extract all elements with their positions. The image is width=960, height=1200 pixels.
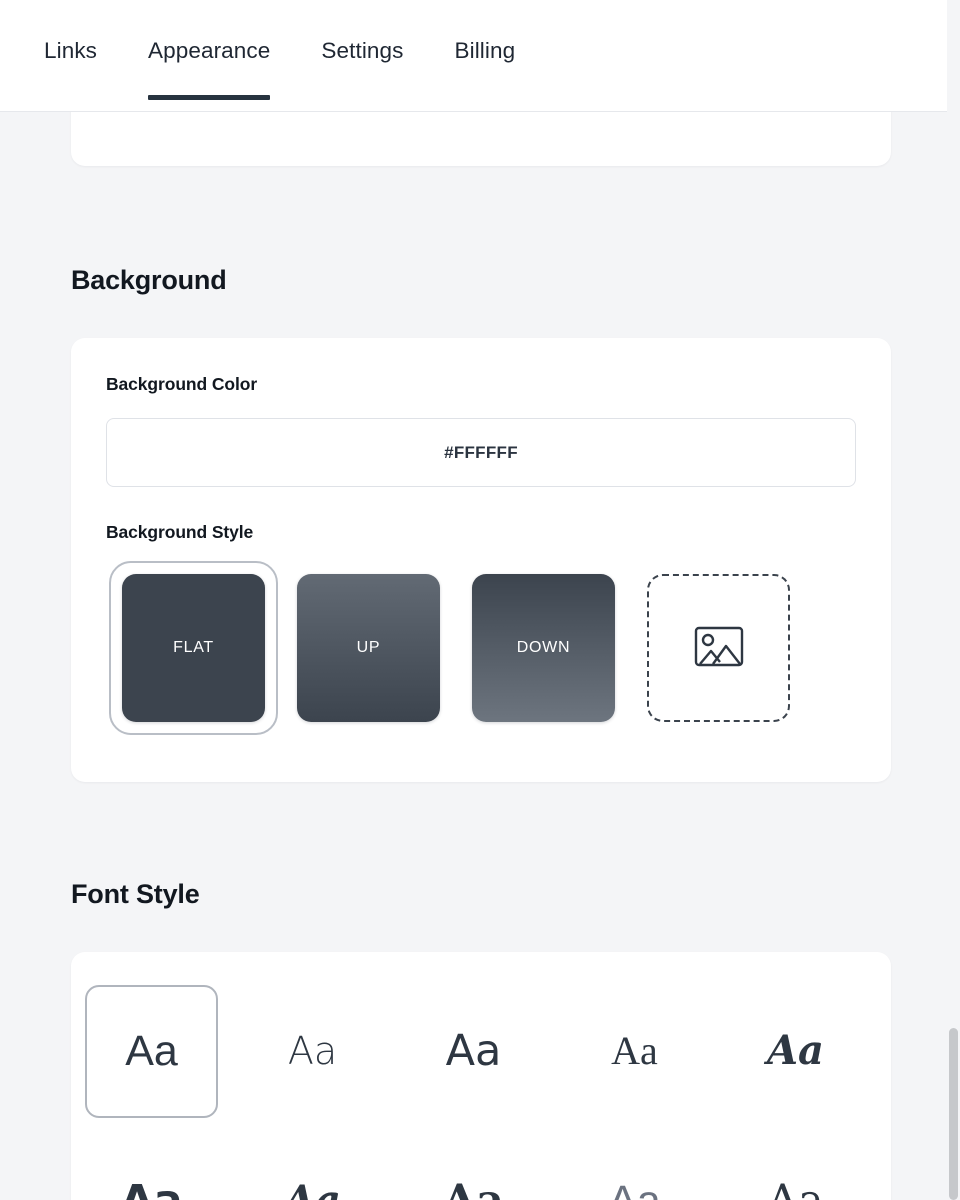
tab-settings-label: Settings <box>321 38 404 63</box>
down-tile-swatch: DOWN <box>472 574 615 722</box>
previous-section-card-partial <box>71 112 891 166</box>
font-option-4-box: Aa <box>568 985 701 1118</box>
background-color-value: #FFFFFF <box>444 442 518 462</box>
tab-links-label: Links <box>44 38 98 63</box>
font-option-3-sample: Aa <box>445 1025 502 1076</box>
font-option-6-box: Aa <box>85 1135 218 1200</box>
flat-tile-selection-ring: FLAT <box>109 561 278 735</box>
background-style-option-upload-image[interactable] <box>631 561 806 735</box>
font-option-3-box: Aa <box>407 985 540 1118</box>
font-style-section-title: Font Style <box>71 879 200 909</box>
font-option-8[interactable]: Aa <box>393 1135 554 1200</box>
tab-billing-label: Billing <box>454 38 516 63</box>
font-option-5-sample: Aa <box>767 1027 824 1074</box>
font-option-4-sample: Aa <box>611 1028 658 1073</box>
font-option-1-box: Aa <box>85 984 218 1118</box>
tab-links[interactable]: Links <box>44 38 97 100</box>
image-placeholder-icon <box>694 626 743 667</box>
background-style-option-flat[interactable]: FLAT <box>106 561 281 735</box>
font-option-7-box: Aa <box>246 1135 379 1200</box>
font-option-2[interactable]: Aa <box>232 985 393 1118</box>
font-option-8-sample: Aa <box>443 1179 504 1200</box>
font-option-7[interactable]: Aa <box>232 1135 393 1200</box>
background-section-title: Background <box>71 265 227 295</box>
font-style-options-row-1: Aa Aa Aa Aa Aa <box>71 976 891 1126</box>
upload-tile-selection-ring <box>634 561 803 735</box>
font-option-9[interactable]: Aa <box>554 1135 715 1200</box>
font-option-5[interactable]: Aa <box>715 985 876 1118</box>
tab-billing[interactable]: Billing <box>455 38 516 100</box>
down-tile-selection-ring: DOWN <box>459 561 628 735</box>
up-tile-selection-ring: UP <box>284 561 453 735</box>
appearance-scroll-area[interactable]: Background Background Color #FFFFFF Back… <box>0 112 947 1200</box>
background-style-options: FLAT UP DOWN <box>106 561 856 735</box>
background-color-input[interactable]: #FFFFFF <box>106 418 856 487</box>
font-option-4[interactable]: Aa <box>554 985 715 1118</box>
tab-settings[interactable]: Settings <box>321 38 403 100</box>
font-style-card: Aa Aa Aa Aa Aa <box>71 952 891 1200</box>
font-option-6[interactable]: Aa <box>71 1135 232 1200</box>
font-style-options-row-2: Aa Aa Aa Aa Aa <box>71 1126 891 1200</box>
background-style-option-up[interactable]: UP <box>281 561 456 735</box>
font-option-3[interactable]: Aa <box>393 985 554 1118</box>
font-option-6-sample: Aa <box>120 1179 182 1200</box>
flat-tile-label: FLAT <box>173 639 214 656</box>
font-option-10-box: Aa <box>729 1135 862 1200</box>
font-option-2-sample: Aa <box>287 1029 338 1073</box>
background-style-label: Background Style <box>106 522 254 542</box>
flat-tile-swatch: FLAT <box>122 574 265 722</box>
background-settings-card: Background Color #FFFFFF Background Styl… <box>71 338 891 782</box>
font-option-9-box: Aa <box>568 1135 701 1200</box>
font-option-10[interactable]: Aa <box>715 1135 876 1200</box>
font-option-1[interactable]: Aa <box>71 984 232 1118</box>
background-color-label: Background Color <box>106 374 258 394</box>
nav-right-gutter <box>947 0 960 112</box>
background-style-option-down[interactable]: DOWN <box>456 561 631 735</box>
down-tile-label: DOWN <box>516 639 571 656</box>
font-option-7-sample: Aa <box>284 1181 341 1200</box>
font-option-1-sample: Aa <box>125 1026 178 1075</box>
font-option-9-sample: Aa <box>608 1179 661 1200</box>
font-option-8-box: Aa <box>407 1135 540 1200</box>
up-tile-label: UP <box>356 639 381 656</box>
tab-appearance-label: Appearance <box>148 38 271 63</box>
upload-image-tile[interactable] <box>647 574 790 722</box>
font-option-10-sample: Aa <box>767 1179 824 1200</box>
vertical-scrollbar-thumb[interactable] <box>949 1028 958 1200</box>
up-tile-swatch: UP <box>297 574 440 722</box>
main-tab-bar: Links Appearance Settings Billing <box>0 0 947 112</box>
tab-appearance[interactable]: Appearance <box>148 38 271 100</box>
font-option-5-box: Aa <box>729 985 862 1118</box>
font-option-2-box: Aa <box>246 985 379 1118</box>
